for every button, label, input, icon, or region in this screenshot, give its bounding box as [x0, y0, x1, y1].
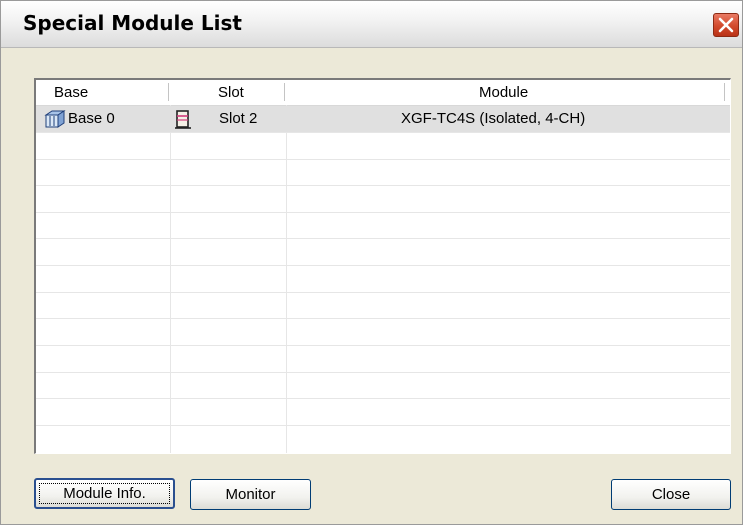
- grid-row-line: [36, 398, 730, 399]
- grid-row-line: [36, 318, 730, 319]
- grid-row-line: [36, 372, 730, 373]
- monitor-button[interactable]: Monitor: [190, 479, 311, 510]
- grid-row-line: [36, 238, 730, 239]
- grid-row-line: [36, 425, 730, 426]
- title-bar: Special Module List: [1, 1, 742, 48]
- module-info-button[interactable]: Module Info.: [34, 478, 175, 509]
- list-header: Base Slot Module: [36, 80, 730, 106]
- close-button-label: Close: [651, 486, 691, 503]
- column-divider[interactable]: [168, 83, 170, 101]
- column-header-slot[interactable]: Slot: [218, 80, 244, 105]
- grid-row-line: [36, 345, 730, 346]
- grid-row-line: [36, 159, 730, 160]
- window-close-button[interactable]: [713, 13, 739, 37]
- grid-column-line: [286, 105, 287, 453]
- cell-module: XGF-TC4S (Isolated, 4-CH): [401, 110, 586, 127]
- grid-row-line: [36, 292, 730, 293]
- close-button[interactable]: Close: [611, 479, 731, 510]
- grid-row-line: [36, 265, 730, 266]
- special-module-list-dialog: Special Module List Base Slot Module Bas…: [0, 0, 743, 525]
- grid-row-line: [36, 212, 730, 213]
- column-divider[interactable]: [284, 83, 286, 101]
- dialog-title: Special Module List: [23, 11, 242, 35]
- column-divider[interactable]: [724, 83, 726, 101]
- grid-row-line: [36, 185, 730, 186]
- cell-base: Base 0: [68, 110, 115, 127]
- cell-slot: Slot 2: [219, 110, 258, 127]
- column-header-base[interactable]: Base: [54, 80, 88, 105]
- monitor-button-label: Monitor: [225, 486, 276, 503]
- module-list-view[interactable]: Base Slot Module Base 0 Slot 2 XGF-TC4S …: [34, 78, 731, 454]
- grid-column-line: [170, 105, 171, 453]
- grid-row-line: [36, 132, 730, 133]
- close-icon: [718, 17, 734, 33]
- column-header-module[interactable]: Module: [479, 80, 528, 105]
- focus-rectangle: [39, 483, 170, 504]
- table-row[interactable]: Base 0 Slot 2 XGF-TC4S (Isolated, 4-CH): [36, 106, 730, 132]
